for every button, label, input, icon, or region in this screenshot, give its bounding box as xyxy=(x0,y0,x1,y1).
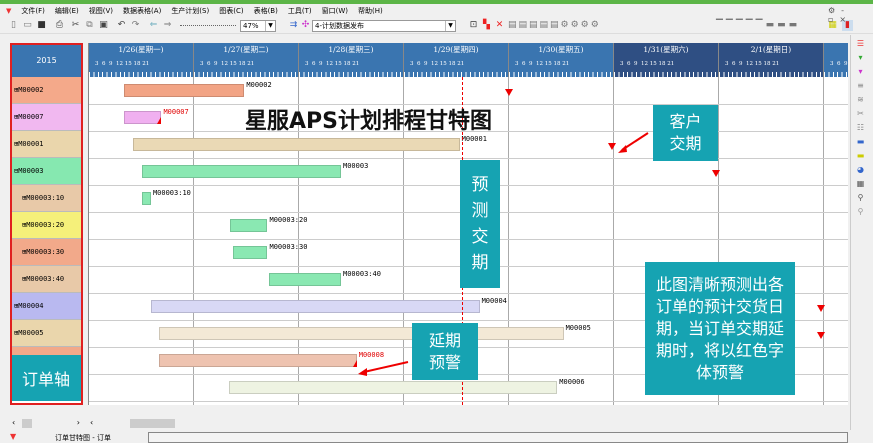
arrowhead-icon xyxy=(618,145,627,153)
annotation-arrows xyxy=(358,132,649,376)
arrowhead-icon xyxy=(358,368,367,376)
delay-arrow xyxy=(363,361,409,373)
